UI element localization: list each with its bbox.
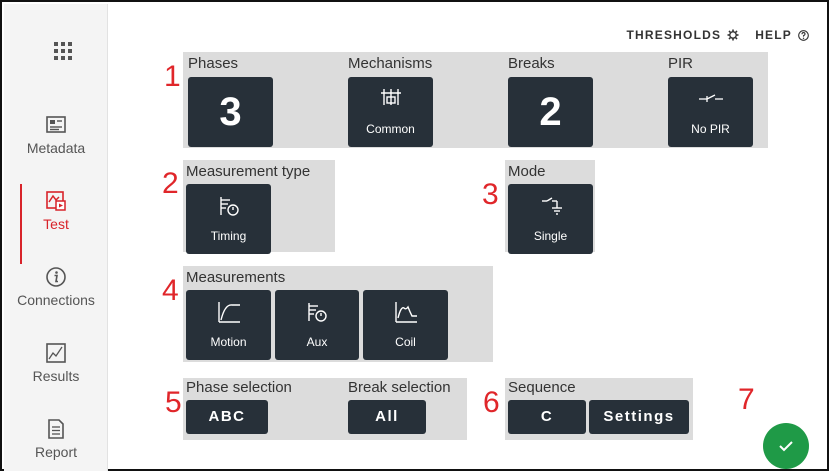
callout-4: 4 — [162, 274, 179, 307]
single-ground-icon — [541, 197, 562, 215]
measurements-label: Measurements — [186, 269, 286, 286]
pir-label: PIR — [668, 55, 694, 72]
apps-grid-icon[interactable] — [54, 42, 72, 60]
callout-6: 6 — [483, 386, 500, 419]
sidebar-item-label: Test — [43, 216, 69, 232]
phases-label: Phases — [188, 55, 239, 72]
measurement-type-value: Timing — [210, 229, 247, 243]
measurement-motion-tile[interactable]: Motion — [186, 290, 271, 360]
sidebar-item-label: Results — [32, 368, 80, 384]
info-icon — [46, 267, 66, 287]
measurement-coil-tile[interactable]: Coil — [363, 290, 448, 360]
sidebar-item-label: Connections — [17, 292, 95, 308]
motion-curve-icon — [217, 302, 240, 323]
sidebar-item-label: Report — [34, 444, 78, 460]
callout-2: 2 — [162, 167, 179, 200]
report-icon — [48, 419, 64, 439]
mode-value: Single — [533, 229, 568, 243]
coil-curve-icon — [394, 302, 417, 323]
test-icon — [46, 191, 66, 211]
confirm-button[interactable] — [763, 423, 809, 469]
results-chart-icon — [46, 343, 66, 363]
gear-icon — [727, 29, 739, 41]
measurement-label: Aux — [306, 335, 328, 349]
common-mechanism-icon — [380, 89, 401, 105]
sidebar: Metadata Test Connections Results Report — [4, 4, 108, 471]
timing-icon — [219, 197, 239, 216]
mode-tile[interactable]: Single — [508, 184, 593, 254]
metadata-icon — [46, 116, 66, 133]
help-label: HELP — [755, 28, 792, 42]
break-selection-button[interactable]: All — [348, 400, 426, 434]
breaks-label: Breaks — [508, 55, 555, 72]
mechanisms-tile[interactable]: Common — [348, 77, 433, 147]
help-circle-icon — [798, 29, 809, 41]
mechanisms-label: Mechanisms — [348, 55, 433, 72]
sidebar-item-connections[interactable]: Connections — [4, 266, 108, 336]
phases-tile[interactable]: 3 — [188, 77, 273, 147]
mode-label: Mode — [508, 163, 546, 180]
break-selection-label: Break selection — [348, 379, 451, 396]
measurement-type-tile[interactable]: Timing — [186, 184, 271, 254]
thresholds-label: THRESHOLDS — [626, 28, 722, 42]
callout-5: 5 — [165, 386, 182, 419]
aux-timing-icon — [308, 303, 327, 322]
measurement-label: Coil — [395, 335, 416, 349]
measurement-aux-tile[interactable]: Aux — [275, 290, 359, 360]
help-link[interactable]: HELP — [755, 28, 809, 42]
mechanisms-value: Common — [366, 122, 415, 136]
sidebar-item-label: Metadata — [26, 140, 86, 156]
sidebar-item-test[interactable]: Test — [4, 184, 108, 264]
sidebar-item-report[interactable]: Report — [4, 418, 108, 471]
sequence-label: Sequence — [508, 379, 576, 396]
app-window: Metadata Test Connections Results Report… — [0, 0, 829, 471]
checkmark-icon — [779, 441, 793, 452]
sidebar-item-results[interactable]: Results — [4, 342, 108, 412]
callout-3: 3 — [482, 178, 499, 211]
sidebar-item-metadata[interactable]: Metadata — [4, 114, 108, 184]
measurement-type-label: Measurement type — [186, 163, 311, 180]
callout-1: 1 — [164, 60, 181, 93]
pir-value: No PIR — [691, 122, 730, 136]
header-links: THRESHOLDS HELP — [627, 28, 809, 42]
sequence-button[interactable]: C — [508, 400, 586, 434]
phase-selection-button[interactable]: ABC — [186, 400, 268, 434]
callout-7: 7 — [738, 383, 755, 416]
thresholds-link[interactable]: THRESHOLDS — [627, 28, 740, 42]
breaks-tile[interactable]: 2 — [508, 77, 593, 147]
sequence-settings-button[interactable]: Settings — [589, 400, 689, 434]
pir-tile[interactable]: No PIR — [668, 77, 753, 147]
phase-selection-label: Phase selection — [186, 379, 292, 396]
measurement-label: Motion — [210, 335, 247, 349]
no-pir-icon — [698, 94, 723, 102]
